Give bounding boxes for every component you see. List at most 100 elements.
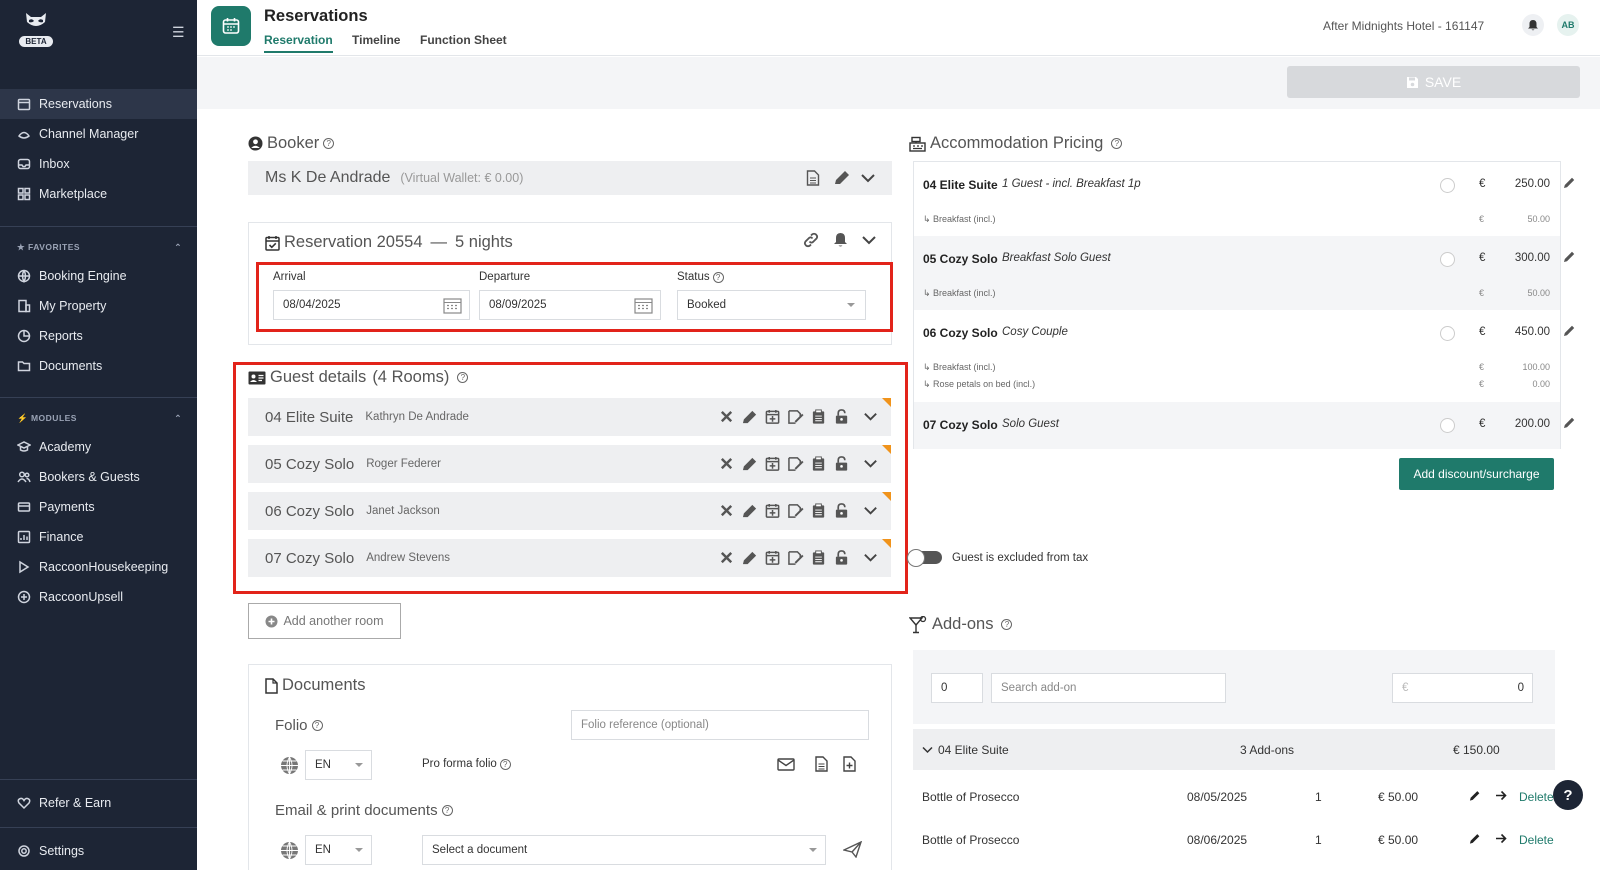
clipboard-icon[interactable] [810,502,827,519]
sidebar-item-housekeeping[interactable]: RaccoonHousekeeping [0,552,197,582]
envelope-icon[interactable] [777,758,795,774]
unlock-icon[interactable] [833,549,850,566]
sidebar-item-my-property[interactable]: My Property [0,291,197,321]
guest-room-row[interactable]: 05 Cozy Solo Roger Federer [248,445,891,483]
edit-pencil-icon[interactable] [1563,416,1577,430]
sidebar-item-payments[interactable]: Payments [0,492,197,522]
help-icon[interactable]: ? [323,138,335,149]
sidebar-item-reports[interactable]: Reports [0,321,197,351]
help-icon[interactable]: ? [499,758,511,770]
remove-icon[interactable] [718,408,735,425]
edit-pencil-icon[interactable] [833,170,850,189]
edit-pencil-icon[interactable] [741,502,758,519]
sidebar-item-upsell[interactable]: RaccoonUpsell [0,582,197,612]
help-button[interactable]: ? [1553,780,1583,810]
signature-icon[interactable] [787,549,804,566]
tab-reservation[interactable]: Reservation [264,33,333,53]
add-room-button[interactable]: Add another room [248,603,401,639]
signature-icon[interactable] [787,455,804,472]
help-icon[interactable]: ? [712,271,724,283]
edit-pencil-icon[interactable] [741,455,758,472]
sidebar-item-marketplace[interactable]: Marketplace [0,179,197,209]
send-icon[interactable] [841,840,863,861]
tax-exclusion-toggle[interactable] [907,549,942,567]
arrow-right-icon[interactable] [1495,790,1507,804]
price-select-radio[interactable] [1440,418,1455,433]
chevron-down-icon[interactable] [862,408,879,425]
chevron-down-icon[interactable] [861,232,877,251]
help-icon[interactable]: ? [441,805,453,816]
link-icon[interactable] [802,232,820,251]
departure-date-input[interactable]: 08/09/2025 [479,290,661,320]
addon-search-input[interactable]: Search add-on [991,673,1226,703]
edit-pencil-icon[interactable] [1563,250,1577,264]
folio-reference-input[interactable]: Folio reference (optional) [571,710,869,740]
booker-bar[interactable]: Ms K De Andrade (Virtual Wallet: € 0.00) [248,161,892,195]
notifications-button[interactable] [1522,14,1544,36]
sidebar-item-academy[interactable]: Academy [0,432,197,462]
price-select-radio[interactable] [1440,178,1455,193]
guest-room-row[interactable]: 06 Cozy Solo Janet Jackson [248,492,891,530]
folio-language-select[interactable]: EN [305,750,372,780]
bell-icon[interactable] [833,232,848,251]
favorites-header[interactable]: ★ FAVORITES ⌃ [17,242,182,253]
remove-icon[interactable] [718,549,735,566]
sidebar-item-finance[interactable]: Finance [0,522,197,552]
unlock-icon[interactable] [833,455,850,472]
edit-pencil-icon[interactable] [741,549,758,566]
clipboard-icon[interactable] [810,549,827,566]
unlock-icon[interactable] [833,408,850,425]
price-select-radio[interactable] [1440,252,1455,267]
document-icon[interactable] [815,756,828,775]
remove-icon[interactable] [718,502,735,519]
addon-price-input[interactable]: € 0 [1392,673,1533,703]
logo[interactable]: BETA [16,12,56,47]
guest-room-row[interactable]: 04 Elite Suite Kathryn De Andrade [248,398,891,436]
sidebar-item-booking-engine[interactable]: Booking Engine [0,261,197,291]
calendar-icon[interactable] [443,297,462,317]
chevron-down-icon[interactable] [862,502,879,519]
sidebar-item-settings[interactable]: Settings [0,836,197,866]
email-language-select[interactable]: EN [305,835,372,865]
clipboard-icon[interactable] [810,408,827,425]
help-icon[interactable]: ? [1111,138,1123,149]
chevron-down-icon[interactable] [862,455,879,472]
edit-pencil-icon[interactable] [1469,790,1481,805]
sidebar-item-documents[interactable]: Documents [0,351,197,381]
clipboard-icon[interactable] [810,455,827,472]
signature-icon[interactable] [787,502,804,519]
help-icon[interactable]: ? [311,720,323,731]
price-select-radio[interactable] [1440,326,1455,341]
document-icon[interactable] [806,170,820,189]
menu-toggle-icon[interactable]: ☰ [172,24,185,41]
edit-pencil-icon[interactable] [1563,176,1577,190]
sidebar-item-channel-manager[interactable]: Channel Manager [0,119,197,149]
addon-quantity-input[interactable]: 0 [931,673,983,703]
calendar-plus-icon[interactable] [764,502,781,519]
arrow-right-icon[interactable] [1495,833,1507,847]
delete-link[interactable]: Delete [1519,833,1554,847]
calendar-plus-icon[interactable] [764,408,781,425]
guest-room-row[interactable]: 07 Cozy Solo Andrew Stevens [248,539,891,577]
tab-timeline[interactable]: Timeline [352,33,400,51]
sidebar-item-inbox[interactable]: Inbox [0,149,197,179]
addon-group-header[interactable]: 04 Elite Suite 3 Add-ons € 150.00 [913,729,1555,770]
calendar-plus-icon[interactable] [764,549,781,566]
chevron-down-icon[interactable] [862,549,879,566]
help-icon[interactable]: ? [457,372,469,383]
save-button[interactable]: SAVE [1287,66,1580,98]
unlock-icon[interactable] [833,502,850,519]
sidebar-item-bookers-guests[interactable]: Bookers & Guests [0,462,197,492]
modules-header[interactable]: ⚡ MODULES ⌃ [17,413,182,424]
remove-icon[interactable] [718,455,735,472]
hotel-selector[interactable]: After Midnights Hotel - 161147 [1323,19,1484,33]
edit-pencil-icon[interactable] [1563,324,1577,338]
calendar-icon[interactable] [634,297,653,317]
help-icon[interactable]: ? [1001,619,1013,630]
calendar-plus-icon[interactable] [764,455,781,472]
status-select[interactable]: Booked [677,290,866,320]
select-document-dropdown[interactable]: Select a document [422,835,826,865]
sidebar-item-refer-earn[interactable]: Refer & Earn [0,788,197,818]
tab-function-sheet[interactable]: Function Sheet [420,33,507,51]
arrival-date-input[interactable]: 08/04/2025 [273,290,470,320]
